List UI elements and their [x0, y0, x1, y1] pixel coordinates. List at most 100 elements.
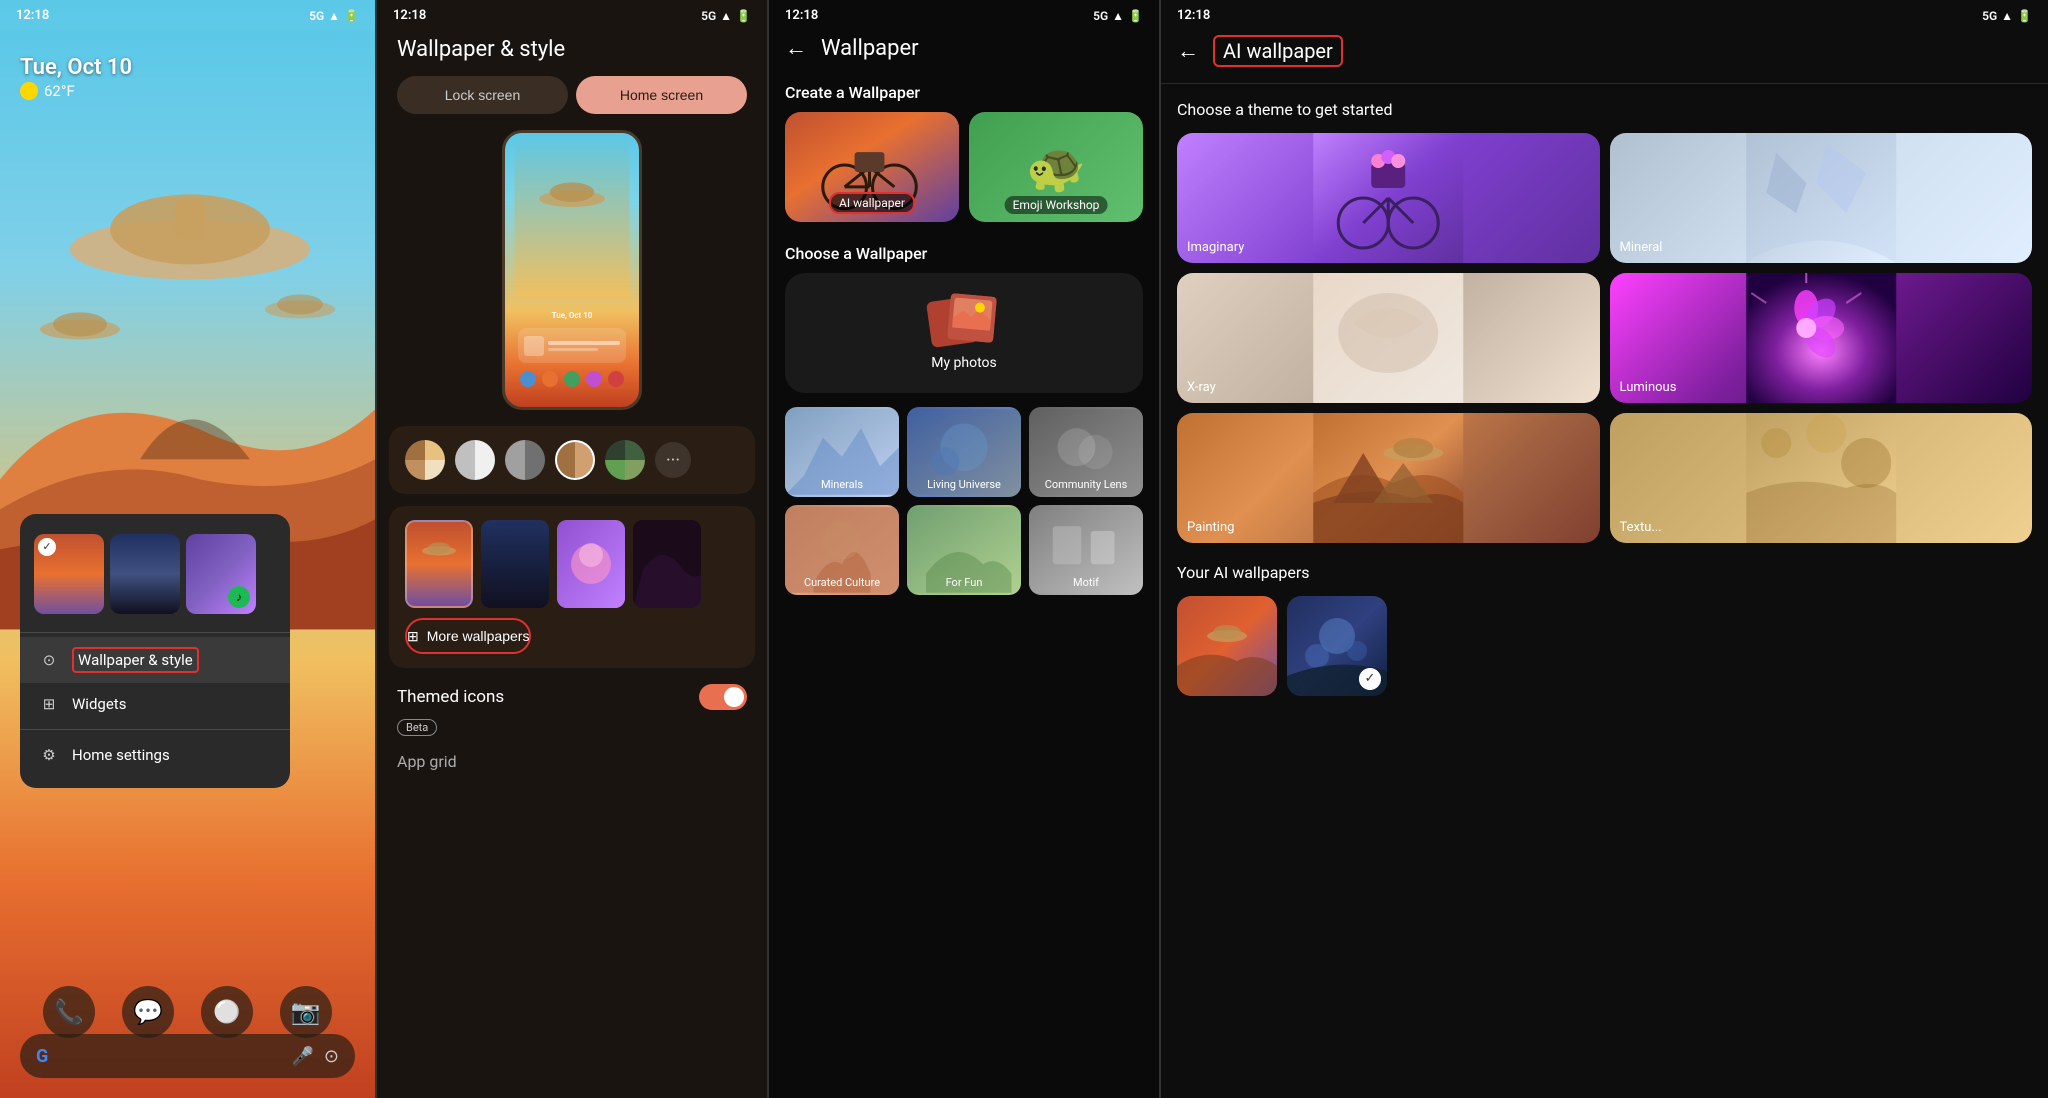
time-panel3: 12:18	[785, 8, 818, 23]
grid-item-curated-culture[interactable]: Curated Culture	[785, 505, 899, 595]
signal-icon: ▲	[328, 9, 340, 23]
grid-item-living-universe[interactable]: Living Universe	[907, 407, 1021, 497]
emoji-workshop-card[interactable]: 🐢 Emoji Workshop	[969, 112, 1143, 222]
wallpaper-thumb-4p2[interactable]	[633, 520, 701, 608]
theme-card-luminous[interactable]: Luminous	[1610, 273, 2033, 403]
more-swatches-button[interactable]: ···	[655, 442, 691, 478]
theme-card-xray[interactable]: X-ray	[1177, 273, 1600, 403]
messages-app-icon[interactable]: 💬	[122, 986, 174, 1038]
network-panel3: 5G	[1093, 9, 1108, 23]
grid-row-2: Curated Culture For Fun Motif	[785, 505, 1143, 595]
themed-icons-toggle[interactable]	[699, 684, 747, 710]
create-row: AI wallpaper 🐢 Emoji Workshop	[769, 112, 1159, 238]
swatch-3[interactable]	[505, 440, 545, 480]
imaginary-label: Imaginary	[1187, 240, 1244, 255]
phone-widget-card	[518, 328, 625, 363]
your-ai-wallpapers-label: Your AI wallpapers	[1161, 563, 2048, 596]
app-dock: 📞 💬 ⚪ 📷	[0, 986, 375, 1038]
selected-checkmark: ✓	[1359, 668, 1381, 690]
swatch-2[interactable]	[455, 440, 495, 480]
more-wallpapers-button[interactable]: ⊞ More wallpapers	[405, 618, 531, 654]
swatch-1[interactable]	[405, 440, 445, 480]
photo-card-front	[947, 293, 997, 343]
swatch-5[interactable]	[605, 440, 645, 480]
battery-icon-4: 🔋	[2017, 9, 2032, 23]
phone-screen-content: Tue, Oct 10	[505, 311, 639, 387]
lock-screen-tab[interactable]: Lock screen	[397, 76, 568, 114]
ai-thumb-2-selected[interactable]: ✓	[1287, 596, 1387, 696]
menu-item-wallpaper[interactable]: ⊙ Wallpaper & style	[20, 637, 290, 683]
wallpaper-menu-icon: ⊙	[38, 649, 60, 671]
lens-icon[interactable]: ⊙	[324, 1046, 339, 1067]
wallpaper-thumb-2p2[interactable]	[481, 520, 549, 608]
ai-wallpaper-card[interactable]: AI wallpaper	[785, 112, 959, 222]
mic-icon[interactable]: 🎤	[291, 1046, 313, 1067]
spotify-icon: ♪	[228, 586, 250, 608]
wallpaper-thumb-1[interactable]	[34, 534, 104, 614]
settings-menu-icon: ⚙	[38, 744, 60, 766]
grid-item-minerals[interactable]: Minerals	[785, 407, 899, 497]
ai-thumb-1[interactable]	[1177, 596, 1277, 696]
nav-bar-panel4: ← AI wallpaper	[1161, 27, 2048, 84]
wallpaper-thumb-3[interactable]: ♪	[186, 534, 256, 614]
wallpaper-thumb-3p2[interactable]	[557, 520, 625, 608]
more-wallpapers-icon: ⊞	[407, 628, 419, 645]
create-section-label: Create a Wallpaper	[769, 77, 1159, 112]
phone-app-icon[interactable]: 📞	[43, 986, 95, 1038]
swatches-row: ···	[405, 440, 739, 480]
wallpaper-thumbnails: ♪	[20, 526, 290, 628]
temperature: 62°F	[44, 82, 75, 100]
current-wallpaper-thumb[interactable]	[405, 520, 473, 608]
back-button-panel4[interactable]: ←	[1177, 38, 1199, 64]
google-search-bar[interactable]: G 🎤 ⊙	[20, 1034, 355, 1078]
back-button-panel3[interactable]: ←	[785, 35, 807, 61]
menu-item-home-settings[interactable]: ⚙ Home settings	[20, 734, 290, 776]
panel-home-screen: 12:18 5G ▲ 🔋 Tue, Oct 10 62°F ♪ ⊙ Wallpa…	[0, 0, 375, 1098]
widgets-label: Widgets	[72, 695, 126, 713]
grid-item-motif[interactable]: Motif	[1029, 505, 1143, 595]
wallpaper-grid: Minerals Living Universe Communi	[769, 407, 1159, 595]
menu-item-widgets[interactable]: ⊞ Widgets	[20, 683, 290, 725]
wallpaper-style-title: Wallpaper & style	[377, 27, 767, 76]
status-bar-panel4: 12:18 5G ▲ 🔋	[1161, 0, 2048, 27]
mineral-label: Mineral	[1620, 240, 1663, 255]
wallpaper-row	[405, 520, 739, 608]
phone-date-small: Tue, Oct 10	[552, 311, 593, 320]
status-bar-panel3: 12:18 5G ▲ 🔋	[769, 0, 1159, 27]
panel-ai-wallpaper: 12:18 5G ▲ 🔋 ← AI wallpaper Choose a the…	[1161, 0, 2048, 1098]
camera-app-icon[interactable]: 📷	[280, 986, 332, 1038]
theme-card-painting[interactable]: Painting	[1177, 413, 1600, 543]
swatch-4[interactable]	[555, 440, 595, 480]
ai-thumbs-row: ✓	[1161, 596, 2048, 696]
signal-icon-4: ▲	[2001, 9, 2013, 23]
themed-icons-row: Themed icons	[397, 684, 747, 710]
status-icons-panel4: 5G ▲ 🔋	[1982, 8, 2032, 23]
choose-theme-label: Choose a theme to get started	[1161, 100, 2048, 133]
wallpaper-thumb-2[interactable]	[110, 534, 180, 614]
grid-item-community-lens[interactable]: Community Lens	[1029, 407, 1143, 497]
painting-label: Painting	[1187, 520, 1234, 535]
grid-item-for-fun[interactable]: For Fun	[907, 505, 1021, 595]
beta-badge: Beta	[397, 719, 437, 736]
wallpaper-thumbnails-section: ⊞ More wallpapers	[389, 506, 755, 668]
choose-section-label: Choose a Wallpaper	[769, 238, 1159, 273]
widgets-menu-icon: ⊞	[38, 693, 60, 715]
home-screen-tab[interactable]: Home screen	[576, 76, 747, 114]
sun-icon	[20, 82, 38, 100]
community-lens-label: Community Lens	[1029, 478, 1143, 491]
theme-card-mineral[interactable]: Mineral	[1610, 133, 2033, 263]
phone-frame: Tue, Oct 10	[502, 130, 642, 410]
more-wallpapers-label: More wallpapers	[427, 628, 530, 644]
my-photos-card[interactable]: My photos	[785, 273, 1143, 393]
wallpaper-style-label: Wallpaper & style	[72, 647, 199, 673]
chrome-app-icon[interactable]: ⚪	[201, 986, 253, 1038]
living-universe-label: Living Universe	[907, 478, 1021, 491]
grid-row-1: Minerals Living Universe Communi	[785, 407, 1143, 497]
ai-wallpaper-card-label: AI wallpaper	[829, 192, 915, 214]
themed-icons-section: Themed icons Beta	[377, 668, 767, 740]
theme-grid: Imaginary Mineral X-ray	[1161, 133, 2048, 543]
theme-card-imaginary[interactable]: Imaginary	[1177, 133, 1600, 263]
screen-tabs: Lock screen Home screen	[377, 76, 767, 130]
network-panel2: 5G	[701, 9, 716, 23]
theme-card-texture[interactable]: Textu...	[1610, 413, 2033, 543]
